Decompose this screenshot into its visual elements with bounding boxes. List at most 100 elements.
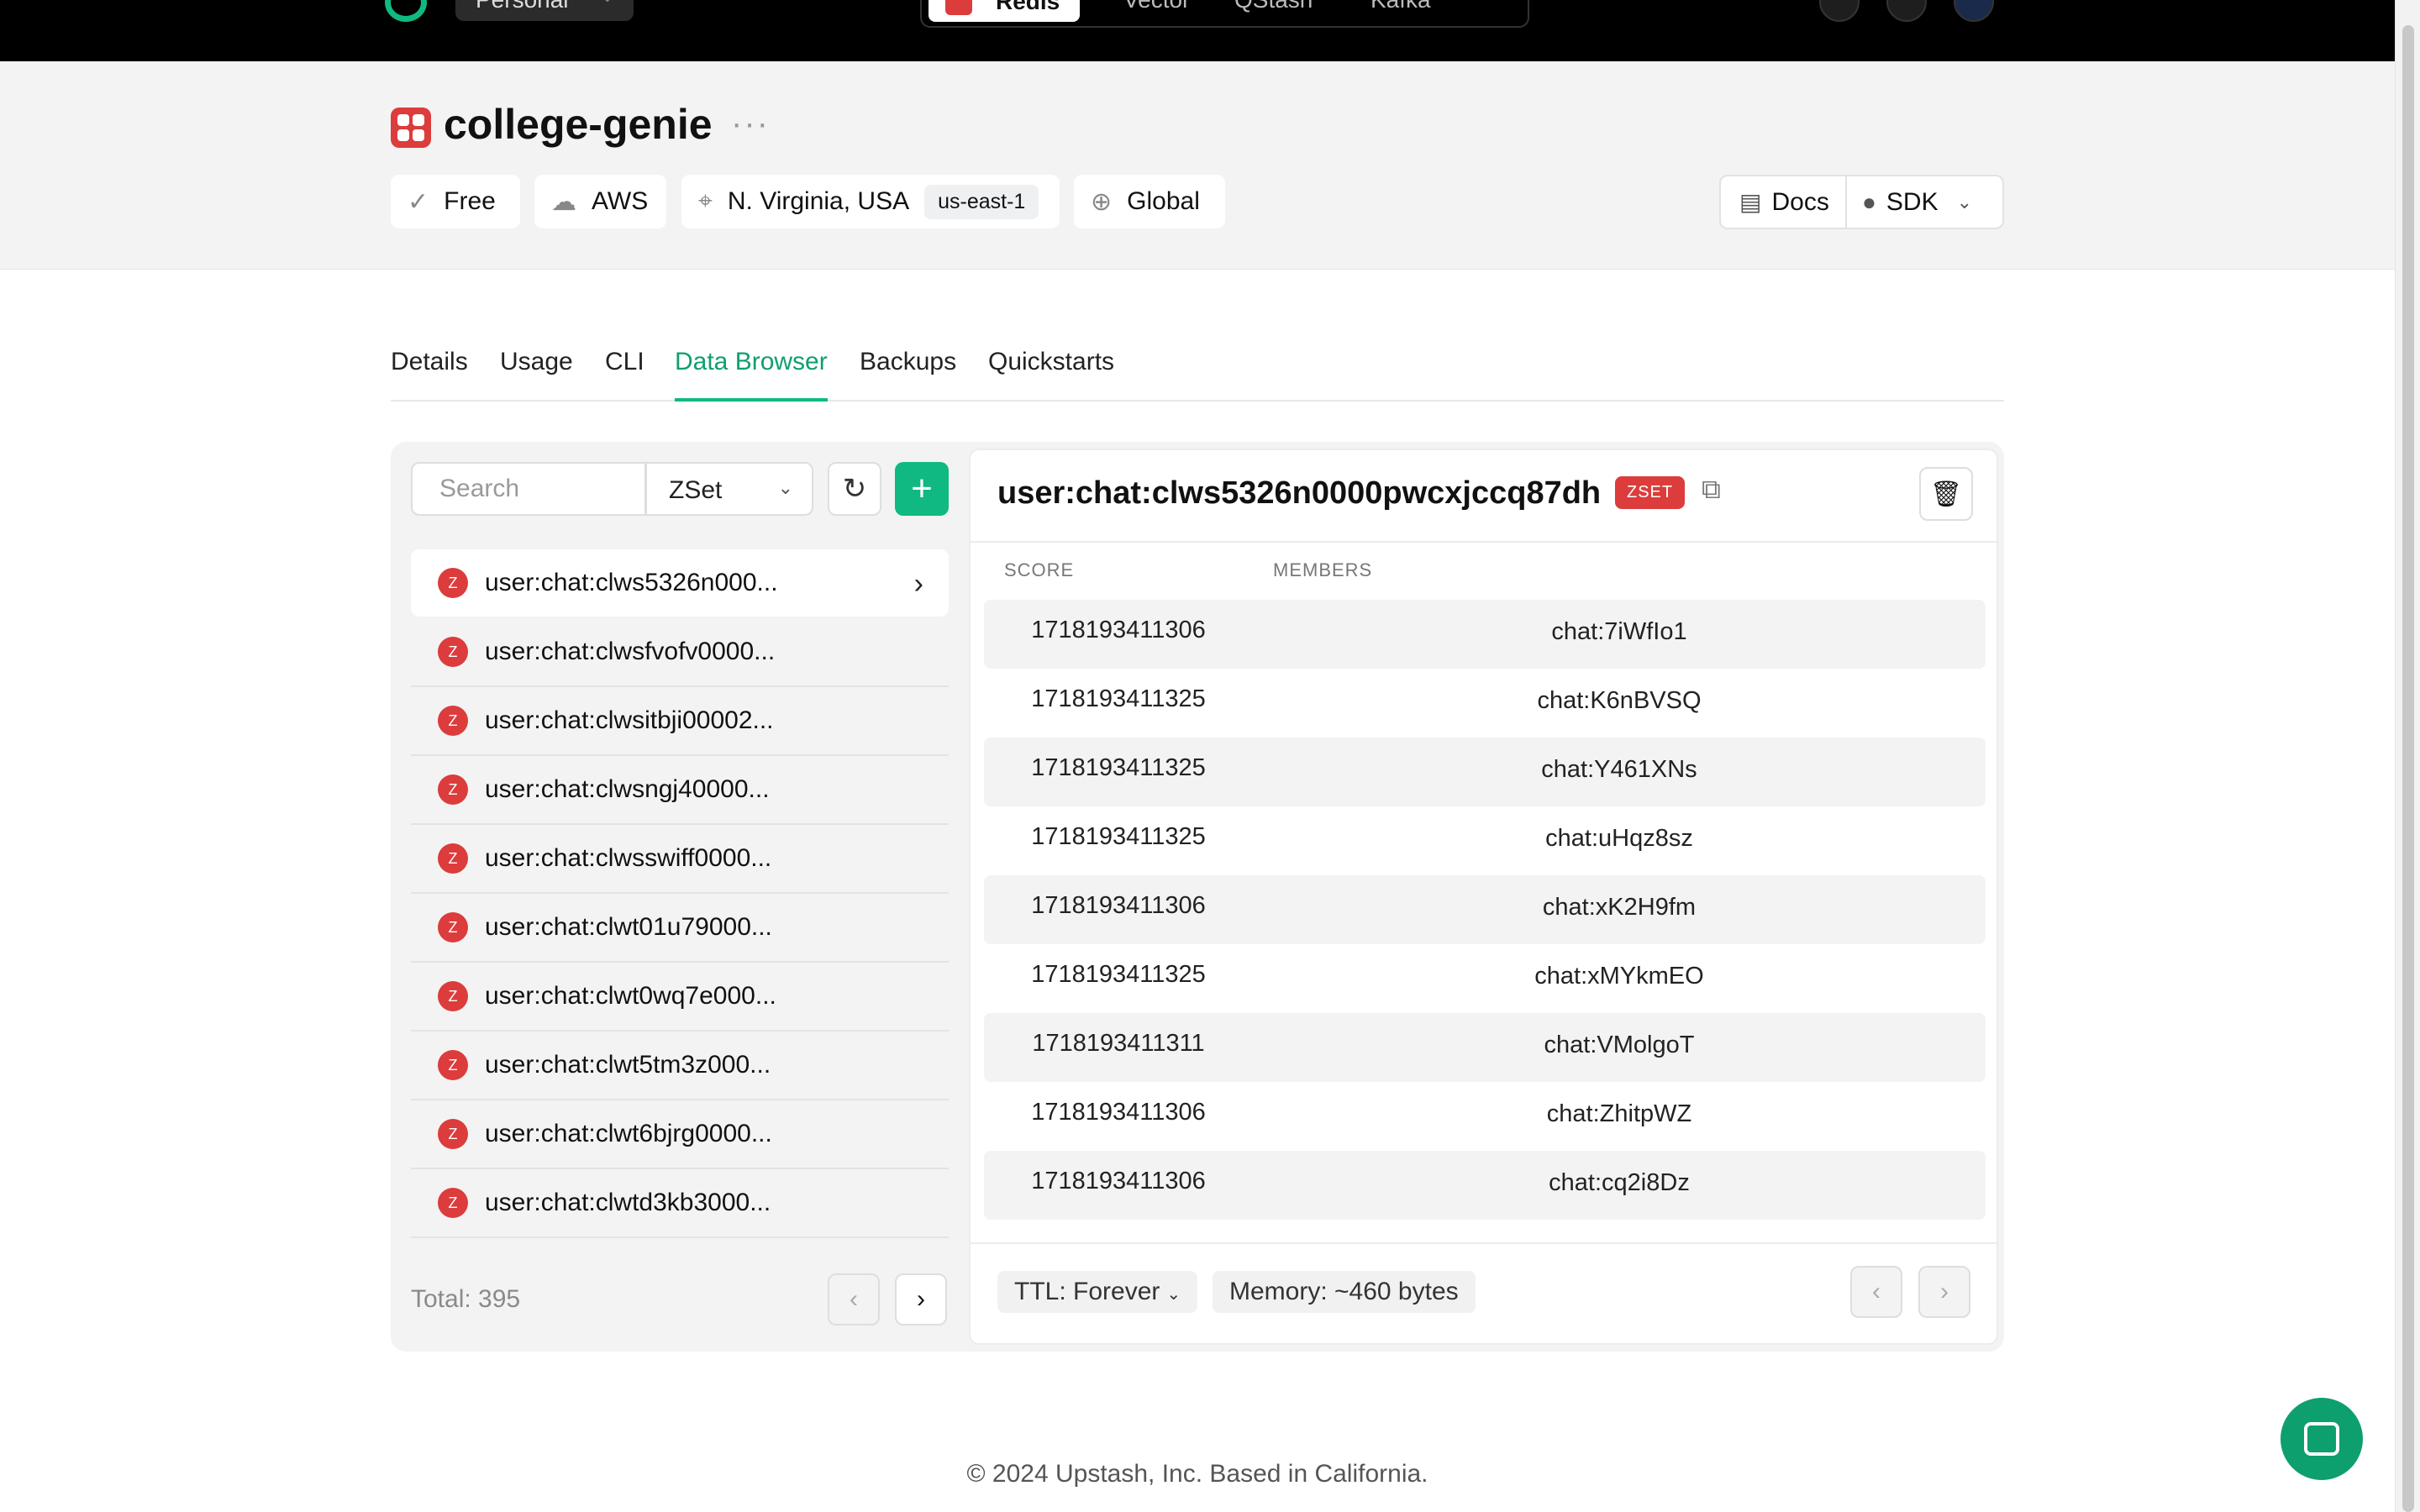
product-tab-vector[interactable]: Vector: [1123, 0, 1190, 13]
key-detail-header: user:chat:clws5326n0000pwcxjccq87dh ZSET…: [971, 450, 1996, 543]
entries-next-page-button[interactable]: ›: [1918, 1266, 1970, 1318]
member-cell: chat:K6nBVSQ: [1253, 669, 1986, 738]
add-key-button[interactable]: +: [895, 462, 949, 516]
docs-button[interactable]: ▤ Docs: [1721, 176, 1847, 228]
score-cell: 1718193411306: [1031, 892, 1206, 919]
help-icon[interactable]: [1819, 0, 1860, 22]
key-list-item[interactable]: Zuser:chat:clwt0wq7e000...: [411, 963, 949, 1032]
zset-type-badge: Z: [438, 912, 468, 942]
region-chip: ⌖ N. Virginia, USA us-east-1: [681, 175, 1060, 228]
score-cell: 1718193411311: [1032, 1030, 1205, 1057]
key-list-item[interactable]: Zuser:chat:clwsngj40000...: [411, 756, 949, 825]
zset-type-badge: Z: [438, 774, 468, 805]
key-list: Z user:chat:clws5326n000... › Zuser:chat…: [411, 549, 949, 1238]
key-list-item[interactable]: Zuser:chat:clwt5tm3z000...: [411, 1032, 949, 1100]
delete-key-button[interactable]: 🗑: [1919, 467, 1973, 521]
workspace-selector[interactable]: Personal ⌄: [455, 0, 634, 21]
plan-chip: ✓ Free: [391, 175, 520, 228]
zset-type-badge: Z: [438, 1188, 468, 1218]
total-keys-count: Total: 395: [411, 1285, 521, 1313]
table-row[interactable]: 1718193411311 chat:VMolgoT: [984, 1013, 1986, 1082]
table-row[interactable]: 1718193411306 chat:xK2H9fm: [984, 875, 1986, 944]
product-switcher: Redis Vector QStash Kafka: [920, 0, 1529, 28]
location-pin-icon: ⌖: [698, 187, 713, 215]
member-cell: chat:VMolgoT: [1253, 1013, 1986, 1082]
members-column-header: MEMBERS: [1273, 559, 1373, 580]
top-navbar: Personal ⌄ Redis Vector QStash Kafka: [0, 0, 2395, 61]
key-list-item[interactable]: Zuser:chat:clwsfvofv0000...: [411, 618, 949, 687]
member-cell: chat:uHqz8sz: [1253, 806, 1986, 875]
search-input[interactable]: [411, 462, 646, 516]
tab-quickstarts[interactable]: Quickstarts: [988, 348, 1114, 402]
avatar[interactable]: [1954, 0, 1994, 22]
more-options-icon[interactable]: ···: [731, 105, 770, 143]
key-list-item[interactable]: Zuser:chat:clwt01u79000...: [411, 894, 949, 963]
member-cell: chat:xK2H9fm: [1253, 875, 1986, 944]
globe-icon: ⊕: [1091, 187, 1113, 216]
bell-icon[interactable]: [1886, 0, 1927, 22]
table-row[interactable]: 1718193411306 chat:7iWfIo1: [984, 600, 1986, 669]
key-name: user:chat:clwsngj40000...: [485, 775, 770, 803]
key-list-item[interactable]: Zuser:chat:clwsitbji00002...: [411, 687, 949, 756]
docs-sdk-group: ▤ Docs ● SDK ⌄: [1719, 175, 2004, 229]
zset-type-badge: Z: [438, 981, 468, 1011]
refresh-button[interactable]: ↻: [828, 462, 881, 516]
type-filter-select[interactable]: ZSet ⌄: [645, 462, 813, 516]
chevron-updown-icon: ⌄: [600, 0, 615, 7]
key-name: user:chat:clwsitbji00002...: [485, 706, 774, 734]
score-cell: 1718193411325: [984, 669, 1253, 738]
support-chat-button[interactable]: [2281, 1398, 2363, 1480]
prev-page-button[interactable]: ‹: [828, 1273, 880, 1326]
cloud-chip: ☁ AWS: [534, 175, 666, 228]
region-label: N. Virginia, USA: [727, 187, 910, 215]
chevron-left-icon: ‹: [850, 1285, 858, 1313]
ttl-dropdown[interactable]: TTL: Forever ⌄: [997, 1271, 1198, 1313]
table-row[interactable]: 1718193411325 chat:xMYkmEO: [984, 944, 1986, 1013]
tab-data-browser[interactable]: Data Browser: [675, 348, 828, 402]
scrollbar-thumb[interactable]: [2402, 25, 2414, 1512]
member-cell: chat:xMYkmEO: [1253, 944, 1986, 1013]
member-cell: chat:ZhitpWZ: [1253, 1082, 1986, 1151]
tab-details[interactable]: Details: [391, 348, 468, 402]
copy-icon[interactable]: ⧉: [1702, 474, 1721, 506]
table-row[interactable]: 1718193411306 chat:ZhitpWZ: [984, 1082, 1986, 1151]
cloud-icon: ☁: [551, 187, 576, 216]
tab-usage[interactable]: Usage: [500, 348, 573, 402]
sdk-button[interactable]: ● SDK ⌄: [1847, 176, 1972, 228]
key-name: user:chat:clwt5tm3z000...: [485, 1051, 771, 1079]
member-cell: chat:cq2i8Dz: [1253, 1151, 1986, 1220]
score-cell: 1718193411306: [1031, 1168, 1206, 1194]
table-row[interactable]: 1718193411325 chat:Y461XNs: [984, 738, 1986, 806]
table-row[interactable]: 1718193411306 chat:cq2i8Dz: [984, 1151, 1986, 1220]
key-list-item[interactable]: Zuser:chat:clwt6bjrg0000...: [411, 1100, 949, 1169]
page-scrollbar[interactable]: [2395, 0, 2420, 1512]
key-list-item[interactable]: Zuser:chat:clwtd3kb3000...: [411, 1169, 949, 1238]
product-tab-qstash[interactable]: QStash: [1234, 0, 1313, 13]
member-cell: chat:Y461XNs: [1253, 738, 1986, 806]
redis-database-icon: [391, 108, 431, 148]
zset-entries: 1718193411306 chat:7iWfIo1 1718193411325 c…: [984, 600, 1986, 1220]
key-list-item[interactable]: Zuser:chat:clwsswiff0000...: [411, 825, 949, 894]
key-list-item-selected[interactable]: Z user:chat:clws5326n000... ›: [411, 549, 949, 617]
plus-icon: +: [911, 468, 933, 509]
chevron-down-icon: ⌄: [1956, 191, 1973, 213]
tab-backups[interactable]: Backups: [860, 348, 956, 402]
database-tabs: Details Usage CLI Data Browser Backups Q…: [391, 343, 2004, 402]
key-name: user:chat:clwt01u79000...: [485, 913, 772, 941]
tab-cli[interactable]: CLI: [605, 348, 644, 402]
zset-type-badge: Z: [438, 1050, 468, 1080]
key-name: user:chat:clws5326n000...: [485, 569, 778, 596]
table-row[interactable]: 1718193411325 chat:uHqz8sz: [984, 806, 1986, 875]
member-cell: chat:7iWfIo1: [1253, 600, 1986, 669]
key-name: user:chat:clwt0wq7e000...: [485, 982, 776, 1010]
next-page-button[interactable]: ›: [895, 1273, 947, 1326]
table-row[interactable]: 1718193411325 chat:K6nBVSQ: [984, 669, 1986, 738]
product-tab-redis[interactable]: Redis: [929, 0, 1080, 22]
entries-prev-page-button[interactable]: ‹: [1850, 1266, 1902, 1318]
product-tab-kafka[interactable]: Kafka: [1370, 0, 1431, 13]
zset-badge: ZSET: [1615, 476, 1686, 509]
key-name: user:chat:clwt6bjrg0000...: [485, 1120, 772, 1147]
database-header: college-genie ··· ✓ Free ☁ AWS ⌖ N. Virg…: [0, 61, 2395, 270]
score-cell: 1718193411325: [984, 944, 1253, 1013]
upstash-logo-icon[interactable]: [385, 0, 427, 22]
